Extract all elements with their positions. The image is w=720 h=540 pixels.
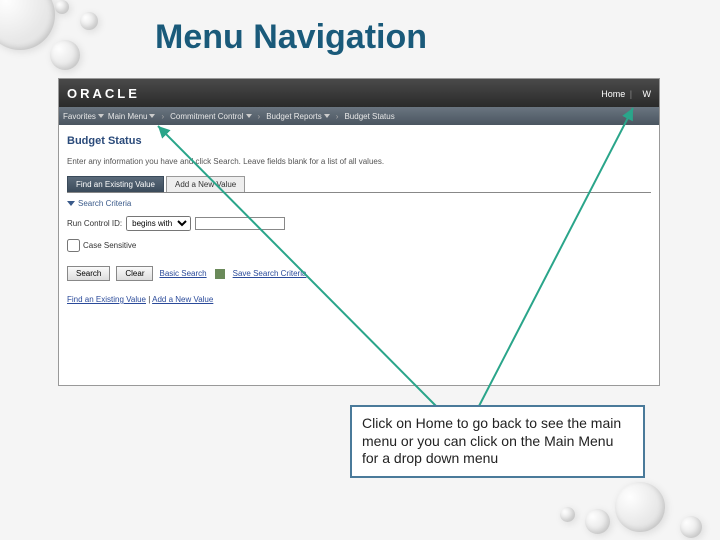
run-control-row: Run Control ID: begins with — [67, 216, 651, 231]
breadcrumb-separator: › — [161, 112, 164, 121]
app-window: ORACLE Home | W Favorites Main Menu › Co… — [58, 78, 660, 386]
header-links: Home | W — [595, 84, 651, 102]
page-title: Budget Status — [67, 135, 651, 147]
breadcrumb-budget-reports[interactable]: Budget Reports — [266, 112, 330, 121]
case-sensitive-checkbox[interactable] — [67, 239, 80, 252]
decorative-bubble — [680, 516, 702, 538]
page-content: Budget Status Enter any information you … — [59, 125, 659, 314]
callout-text: Click on Home to go back to see the main… — [362, 415, 621, 466]
bottom-links: Find an Existing Value | Add a New Value — [67, 295, 651, 304]
search-criteria-header[interactable]: Search Criteria — [67, 199, 651, 208]
search-button[interactable]: Search — [67, 266, 110, 281]
tab-strip: Find an Existing Value Add a New Value — [67, 176, 651, 193]
case-sensitive-label: Case Sensitive — [83, 241, 136, 250]
decorative-bubble — [80, 12, 98, 30]
slide-title: Menu Navigation — [155, 18, 427, 57]
decorative-bubble — [560, 507, 575, 522]
breadcrumb-main-menu[interactable]: Main Menu — [108, 112, 156, 121]
basic-search-link[interactable]: Basic Search — [159, 269, 206, 278]
breadcrumb-separator: › — [336, 112, 339, 121]
tab-find-existing[interactable]: Find an Existing Value — [67, 176, 164, 192]
save-icon — [215, 269, 225, 279]
breadcrumb-favorites[interactable]: Favorites — [63, 112, 104, 121]
tab-add-new[interactable]: Add a New Value — [166, 176, 245, 192]
run-control-label: Run Control ID: — [67, 219, 122, 228]
breadcrumb: Favorites Main Menu › Commitment Control… — [59, 107, 659, 125]
decorative-bubble — [615, 482, 665, 532]
button-row: Search Clear Basic Search Save Search Cr… — [67, 266, 651, 281]
find-existing-link[interactable]: Find an Existing Value — [67, 295, 146, 304]
clear-button[interactable]: Clear — [116, 266, 153, 281]
breadcrumb-commitment-control[interactable]: Commitment Control — [170, 112, 251, 121]
run-control-input[interactable] — [195, 217, 285, 230]
add-new-link[interactable]: Add a New Value — [152, 295, 213, 304]
case-sensitive-row: Case Sensitive — [67, 239, 651, 252]
collapse-icon — [67, 201, 75, 206]
worklist-link[interactable]: W — [643, 89, 652, 99]
decorative-bubble — [0, 0, 55, 50]
decorative-bubble — [55, 0, 69, 14]
search-criteria-label: Search Criteria — [78, 199, 131, 208]
app-header: ORACLE Home | W — [59, 79, 659, 107]
callout-box: Click on Home to go back to see the main… — [350, 405, 645, 478]
breadcrumb-separator: › — [258, 112, 261, 121]
decorative-bubble — [50, 40, 80, 70]
oracle-logo: ORACLE — [67, 86, 140, 101]
home-link[interactable]: Home — [601, 89, 625, 99]
breadcrumb-current: Budget Status — [344, 112, 394, 121]
operator-select[interactable]: begins with — [126, 216, 191, 231]
page-instruction: Enter any information you have and click… — [67, 157, 651, 166]
decorative-bubble — [585, 509, 610, 534]
save-criteria-link[interactable]: Save Search Criteria — [233, 269, 307, 278]
